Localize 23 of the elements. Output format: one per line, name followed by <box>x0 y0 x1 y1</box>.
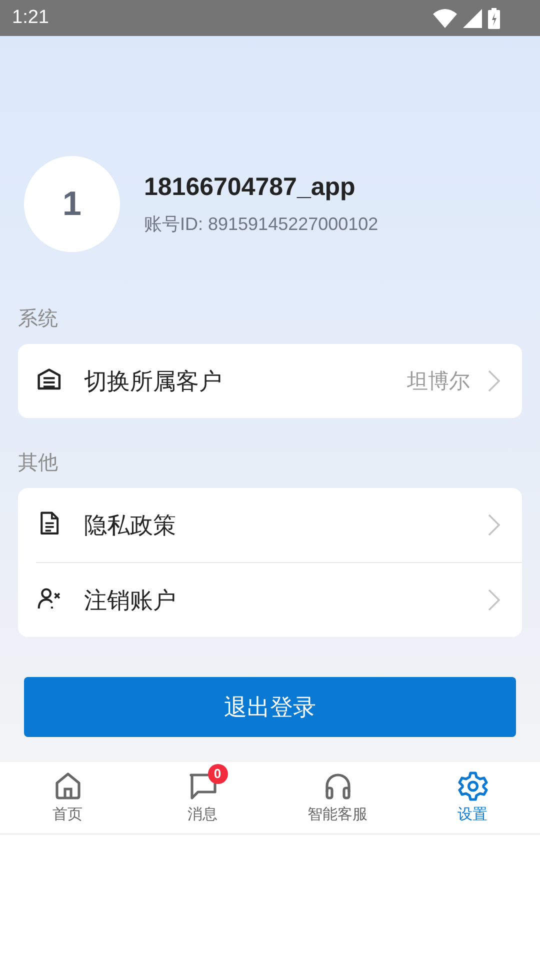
menu-item[interactable]: 隐私政策 <box>18 488 522 562</box>
avatar: 1 <box>24 156 120 252</box>
chevron-right-icon <box>488 370 500 392</box>
wifi-icon <box>433 8 457 28</box>
tab-item[interactable]: 智能客服 <box>270 762 405 833</box>
tab-item[interactable]: 0 消息 <box>135 762 270 833</box>
chevron-right-icon <box>488 514 500 536</box>
logout-button[interactable]: 退出登录 <box>24 677 516 737</box>
chevron-right-icon <box>488 589 500 611</box>
menu-item[interactable]: 注销账户 <box>36 562 522 637</box>
menu-item[interactable]: 切换所属客户 坦博尔 <box>18 344 522 418</box>
tab-item[interactable]: 首页 <box>0 762 135 833</box>
signal-icon <box>463 8 482 28</box>
tab-item[interactable]: 设置 <box>405 762 540 833</box>
status-time: 1:21 <box>12 7 49 29</box>
section-title: 其他 <box>17 451 59 476</box>
unread-badge: 0 <box>208 764 228 784</box>
battery-icon <box>488 8 500 28</box>
account-id: 账号ID: 89159145227000102 <box>144 212 378 236</box>
section-title: 系统 <box>17 307 59 332</box>
menu-value: 坦博尔 <box>407 369 470 395</box>
user-name: 18166704787_app <box>144 172 356 202</box>
settings-icon <box>456 770 488 802</box>
